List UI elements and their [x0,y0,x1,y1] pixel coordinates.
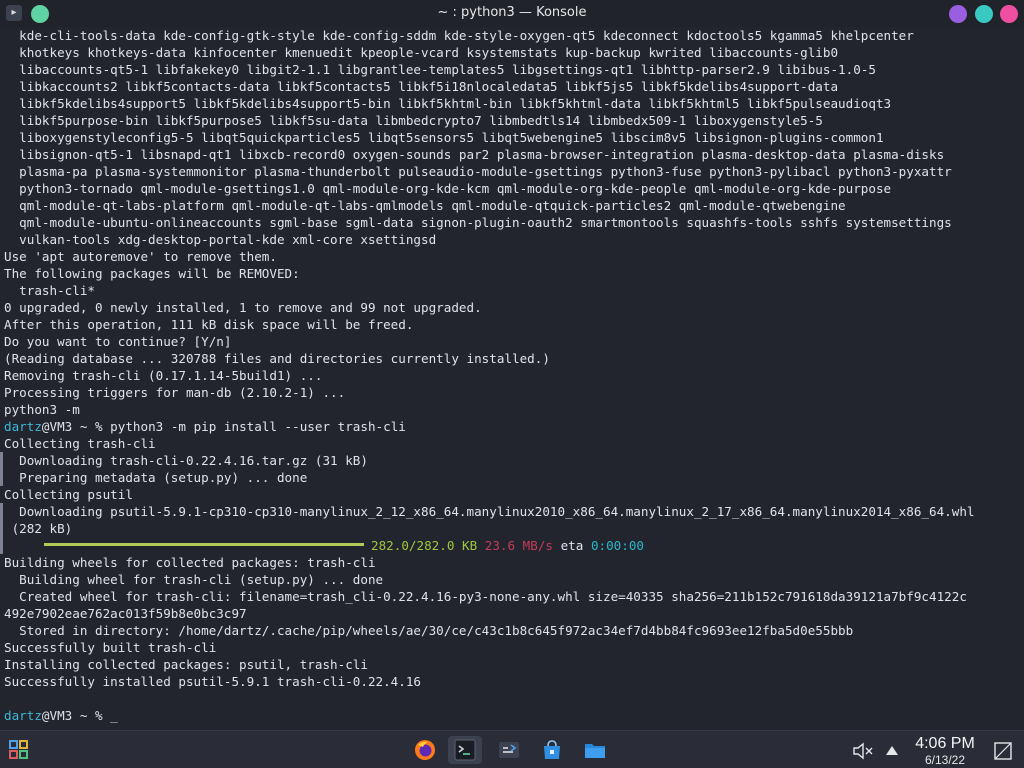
progress-done: 282.0/282.0 KB [371,538,478,553]
terminal-line: Stored in directory: /home/dartz/.cache/… [4,623,854,638]
store-icon[interactable] [541,739,563,761]
terminal-line: Use 'apt autoremove' to remove them. [4,249,277,264]
output-gutter [0,503,3,554]
terminal-line: libaccounts-qt5-1 libfakekey0 libgit2-1.… [4,62,876,77]
terminal-line: Preparing metadata (setup.py) ... done [4,470,308,485]
taskbar: 4:06 PM 6/13/22 [0,730,1024,768]
chevron-up-icon[interactable] [884,743,900,757]
output-gutter [0,452,3,486]
konsole-task-button[interactable] [448,736,482,764]
terminal-output[interactable]: kde-cli-tools-data kde-config-gtk-style … [0,27,1024,730]
text-cursor: _ [110,708,118,723]
prompt-host: @VM3 ~ % [41,708,111,723]
terminal-line: plasma-pa plasma-systemmonitor plasma-th… [4,164,952,179]
terminal-line: libsignon-qt5-1 libsnapd-qt1 libxcb-reco… [4,147,945,162]
terminal-line: Successfully built trash-cli [4,640,217,655]
app-launcher-icon[interactable] [8,739,30,761]
clock-date[interactable]: 6/13/22 [905,753,985,767]
terminal-line: trash-cli* [4,283,95,298]
terminal-line: qml-module-ubuntu-onlineaccounts sgml-ba… [4,215,952,230]
terminal-line: (282 kB) [4,521,73,536]
terminal-line: Collecting trash-cli [4,436,156,451]
clock-time[interactable]: 4:06 PM [905,734,985,754]
terminal-line: The following packages will be REMOVED: [4,266,300,281]
title-bar[interactable]: ▸ ~ : python3 — Konsole [0,0,1024,27]
terminal-line: Collecting psutil [4,487,133,502]
progress-eta-label: eta [560,538,584,553]
terminal-line: 0 upgraded, 0 newly installed, 1 to remo… [4,300,482,315]
terminal-line: 492e7902eae762ac013f59b8e0bc3c97 [4,606,247,621]
command-text: python3 -m pip install --user trash-cli [110,419,406,434]
current-prompt-line[interactable]: dartz@VM3 ~ % _ [4,707,118,724]
discover-icon[interactable] [498,739,520,761]
maximize-button[interactable] [975,5,993,23]
prompt-user: dartz [4,708,42,723]
konsole-icon [454,739,476,761]
show-desktop-icon[interactable] [993,741,1013,761]
progress-stats: 282.0/282.0 KB 23.6 MB/s eta 0:00:00 [371,537,644,554]
minimize-button[interactable] [949,5,967,23]
terminal-line: liboxygenstyleconfig5-5 libqt5quickparti… [4,130,884,145]
prompt-user: dartz [4,419,42,434]
terminal-line: After this operation, 111 kB disk space … [4,317,414,332]
prompt-host: @VM3 ~ % [41,419,111,434]
terminal-line: Created wheel for trash-cli: filename=tr… [4,589,967,604]
terminal-line: Building wheel for trash-cli (setup.py) … [4,572,384,587]
terminal-line: Installing collected packages: psutil, t… [4,657,368,672]
progress-speed: 23.6 MB/s [484,538,553,553]
terminal-line: vulkan-tools xdg-desktop-portal-kde xml-… [4,232,437,247]
terminal-line: Successfully installed psutil-5.9.1 tras… [4,674,422,689]
download-progress-bar [44,543,364,546]
terminal-line: Downloading psutil-5.9.1-cp310-cp310-man… [4,504,975,519]
terminal-line: Do you want to continue? [Y/n] [4,334,232,349]
command-line: dartz@VM3 ~ % python3 -m pip install --u… [4,418,406,435]
terminal-line: kde-cli-tools-data kde-config-gtk-style … [4,28,914,43]
volume-muted-icon[interactable] [852,741,874,761]
terminal-line: libkaccounts2 libkf5contacts-data libkf5… [4,79,839,94]
firefox-icon[interactable] [414,739,436,761]
close-button[interactable] [1000,5,1018,23]
progress-eta: 0:00:00 [590,538,645,553]
terminal-line: libkf5purpose-bin libkf5purpose5 libkf5s… [4,113,823,128]
terminal-line: qml-module-qt-labs-platform qml-module-q… [4,198,846,213]
terminal-line: Removing trash-cli (0.17.1.14-5build1) .… [4,368,323,383]
window-title: ~ : python3 — Konsole [437,5,587,20]
terminal-line: (Reading database ... 320788 files and d… [4,351,550,366]
terminal-line: Building wheels for collected packages: … [4,555,376,570]
terminal-line: Processing triggers for man-db (2.10.2-1… [4,385,346,400]
terminal-line: python3 -m [4,402,80,417]
terminal-line: python3-tornado qml-module-gsettings1.0 … [4,181,892,196]
terminal-line: libkf5kdelibs4support5 libkf5kdelibs4sup… [4,96,892,111]
terminal-line: khotkeys khotkeys-data kinfocenter kmenu… [4,45,839,60]
terminal-line: Downloading trash-cli-0.22.4.16.tar.gz (… [4,453,368,468]
konsole-window: ▸ ~ : python3 — Konsole kde-cli-tools-da… [0,0,1024,730]
files-icon[interactable] [584,739,606,761]
